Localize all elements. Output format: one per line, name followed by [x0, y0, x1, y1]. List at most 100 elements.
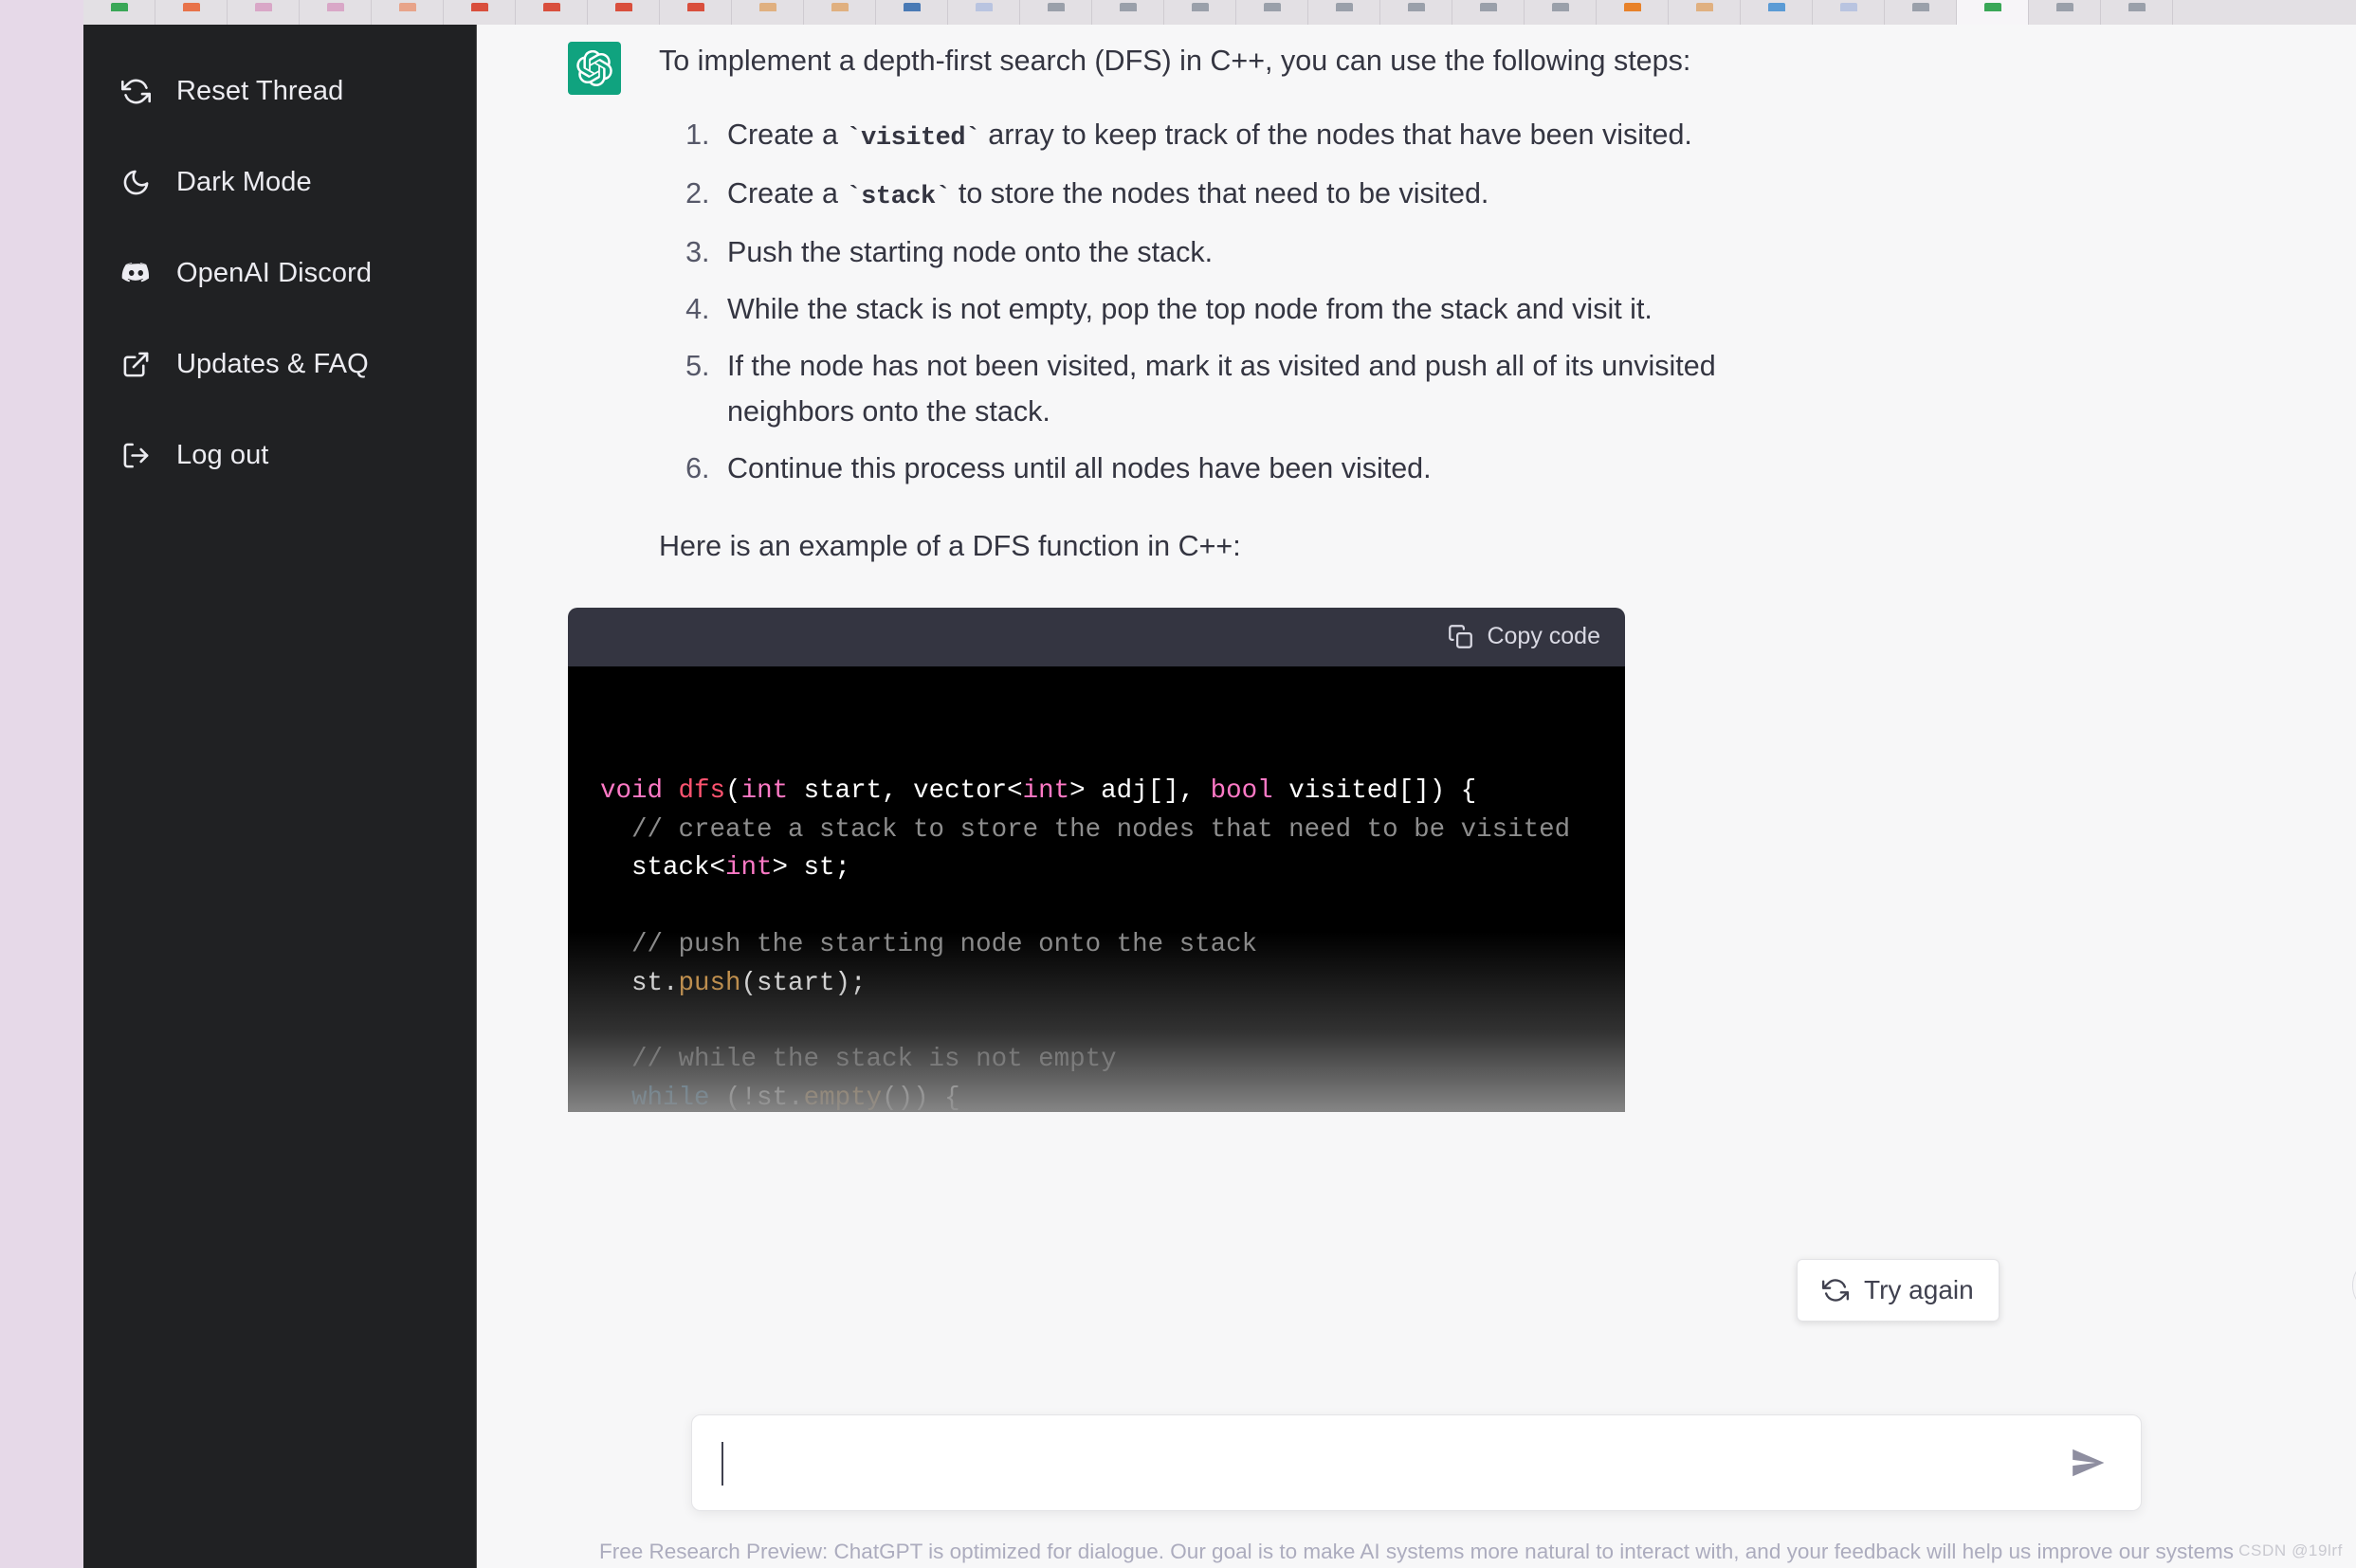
browser-tab[interactable]	[1092, 0, 1164, 25]
tab-favicon-icon	[398, 3, 416, 11]
sidebar-item-dark-mode[interactable]: Dark Mode	[83, 137, 476, 228]
code-line: // while the stack is not empty	[600, 1045, 1117, 1075]
browser-tab[interactable]	[2101, 0, 2173, 25]
browser-tab-strip[interactable]	[83, 0, 2356, 25]
list-item: If the node has not been visited, mark i…	[718, 343, 1778, 434]
copy-code-button[interactable]: Copy code	[1448, 623, 1600, 650]
sidebar-item-reset-thread[interactable]: Reset Thread	[83, 46, 476, 137]
tab-favicon-icon	[1335, 3, 1353, 11]
browser-tab[interactable]	[1669, 0, 1741, 25]
browser-tab[interactable]	[1380, 0, 1452, 25]
footer-disclaimer: Free Research Preview: ChatGPT is optimi…	[598, 1540, 2235, 1563]
inline-code: `visited`	[846, 124, 980, 154]
message-input[interactable]	[721, 1422, 2063, 1504]
tab-favicon-icon	[326, 3, 344, 11]
browser-tab[interactable]	[444, 0, 516, 25]
tab-favicon-icon	[2055, 3, 2073, 11]
browser-tab[interactable]	[300, 0, 372, 25]
tab-favicon-icon	[1047, 3, 1065, 11]
inline-code: `stack`	[846, 182, 951, 211]
tab-favicon-icon	[686, 3, 704, 11]
tab-favicon-icon	[614, 3, 632, 11]
step-text: If the node has not been visited, mark i…	[727, 349, 1716, 428]
code-line: while (!st.empty()) {	[631, 1083, 960, 1112]
list-item: Create a `visited` array to keep track o…	[718, 112, 1778, 159]
browser-tab[interactable]	[1020, 0, 1092, 25]
tab-favicon-icon	[975, 3, 993, 11]
tab-favicon-icon	[2128, 3, 2146, 11]
browser-tab[interactable]	[1741, 0, 1813, 25]
browser-tab[interactable]	[1597, 0, 1669, 25]
tab-favicon-icon	[1119, 3, 1137, 11]
browser-tab[interactable]	[660, 0, 732, 25]
list-item: Push the starting node onto the stack.	[718, 229, 1778, 275]
step-text-after: array to keep track of the nodes that ha…	[979, 119, 1692, 152]
text-caret	[721, 1442, 723, 1486]
send-icon	[2070, 1445, 2106, 1481]
tab-favicon-icon	[1479, 3, 1497, 11]
main-content: To implement a depth-first search (DFS) …	[477, 25, 2356, 1568]
logout-icon	[119, 439, 152, 471]
moon-icon	[119, 166, 152, 198]
sidebar-item-updates-faq[interactable]: Updates & FAQ	[83, 319, 476, 410]
browser-tab[interactable]	[804, 0, 876, 25]
code-line: // push the starting node onto the stack	[600, 930, 1258, 960]
browser-tab[interactable]	[948, 0, 1020, 25]
sidebar-item-openai-discord[interactable]: OpenAI Discord	[83, 228, 476, 319]
tab-favicon-icon	[1623, 3, 1641, 11]
reset-thread-icon	[119, 75, 152, 107]
browser-tab[interactable]	[588, 0, 660, 25]
step-text-after: to store the nodes that need to be visit…	[950, 176, 1489, 210]
browser-tab[interactable]	[1236, 0, 1308, 25]
browser-tab[interactable]	[1308, 0, 1380, 25]
sidebar-item-label: OpenAI Discord	[176, 257, 373, 288]
tab-favicon-icon	[1767, 3, 1785, 11]
sidebar-item-label: Dark Mode	[176, 166, 312, 197]
step-text-before: Create a	[727, 119, 847, 152]
browser-tab[interactable]	[228, 0, 300, 25]
sidebar-item-label: Log out	[176, 439, 269, 470]
browser-tab[interactable]	[155, 0, 228, 25]
scroll-to-bottom-button[interactable]	[2352, 1257, 2356, 1314]
tab-favicon-icon	[1407, 3, 1425, 11]
example-line: Here is an example of a DFS function in …	[659, 530, 1241, 563]
code-line: stack<int> st;	[600, 853, 851, 884]
code-block: Copy code void dfs(int start, vector<int…	[568, 607, 1625, 1112]
chatgpt-app-window: Reset Thread Dark Mode OpenAI Discord Up…	[83, 25, 2356, 1568]
send-button[interactable]	[2063, 1438, 2112, 1487]
browser-tab[interactable]	[1957, 0, 2029, 25]
tab-favicon-icon	[254, 3, 272, 11]
browser-tab[interactable]	[1813, 0, 1885, 25]
browser-tab[interactable]	[732, 0, 804, 25]
browser-tab[interactable]	[372, 0, 444, 25]
browser-tab[interactable]	[516, 0, 588, 25]
tab-favicon-icon	[1551, 3, 1569, 11]
tab-favicon-icon	[470, 3, 488, 11]
tab-favicon-icon	[542, 3, 560, 11]
composer-area: Free Research Preview: ChatGPT is optimi…	[477, 1322, 2356, 1568]
browser-tab[interactable]	[1452, 0, 1525, 25]
step-text: Push the starting node onto the stack.	[727, 235, 1214, 268]
tab-favicon-icon	[1695, 3, 1713, 11]
step-text: Continue this process until all nodes ha…	[727, 452, 1432, 485]
try-again-button[interactable]: Try again	[1797, 1259, 2000, 1322]
sidebar-item-log-out[interactable]: Log out	[83, 410, 476, 501]
tab-favicon-icon	[831, 3, 849, 11]
code-content[interactable]: void dfs(int start, vector<int> adj[], b…	[568, 665, 1625, 1112]
clipboard-icon	[1448, 624, 1473, 649]
discord-icon	[119, 257, 152, 289]
browser-tab[interactable]	[2029, 0, 2101, 25]
browser-tab[interactable]	[83, 0, 155, 25]
message-body: To implement a depth-first search (DFS) …	[659, 38, 1778, 575]
tab-favicon-icon	[110, 3, 128, 11]
step-text: While the stack is not empty, pop the to…	[727, 292, 1653, 325]
browser-tab[interactable]	[876, 0, 948, 25]
browser-tab[interactable]	[1525, 0, 1597, 25]
browser-tab[interactable]	[1885, 0, 1957, 25]
code-block-header: Copy code	[568, 607, 1625, 666]
regenerate-icon	[1822, 1277, 1849, 1304]
code-line: st.push(start);	[600, 968, 867, 998]
composer-box[interactable]	[691, 1414, 2142, 1511]
browser-tab[interactable]	[1164, 0, 1236, 25]
